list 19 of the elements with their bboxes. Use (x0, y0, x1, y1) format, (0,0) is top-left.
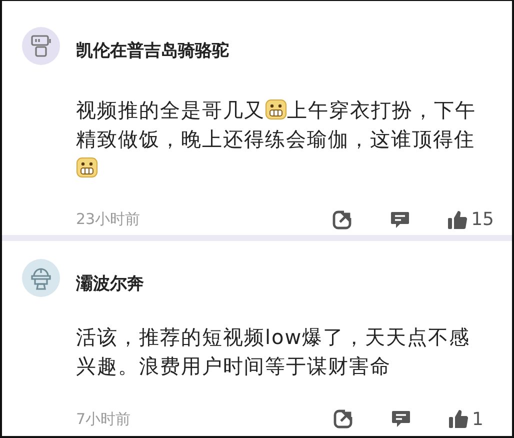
share-icon[interactable] (332, 408, 354, 430)
thumbs-up-icon[interactable] (447, 210, 468, 230)
grinning-sticker-icon (76, 156, 98, 178)
avatar[interactable] (22, 259, 60, 297)
avatar[interactable] (22, 27, 60, 65)
timestamp: 7小时前 (76, 410, 132, 428)
timestamp: 23小时前 (76, 210, 142, 229)
share-icon[interactable] (331, 208, 354, 230)
helmet-figure-icon (29, 265, 53, 291)
like-count: 1 (472, 408, 484, 430)
like-count: 15 (471, 209, 494, 230)
comment-text: 视频推的全是哥几又 上午穿衣打扮，下午精致做饭，晚上还得练会瑜伽，这谁顶得住 (76, 96, 486, 192)
robot-icon (30, 34, 52, 58)
user-name[interactable]: 灞波尔奔 (76, 272, 494, 294)
user-name[interactable]: 凯伦在普吉岛骑骆驼 (76, 39, 494, 62)
comment-icon[interactable] (390, 408, 412, 430)
thumbs-up-icon[interactable] (448, 409, 468, 429)
grinning-sticker-icon (265, 98, 287, 120)
comment-text: 活该，推荐的短视频low爆了，天天点不感兴趣。浪费用户时间等于谋财害命 (76, 324, 472, 380)
